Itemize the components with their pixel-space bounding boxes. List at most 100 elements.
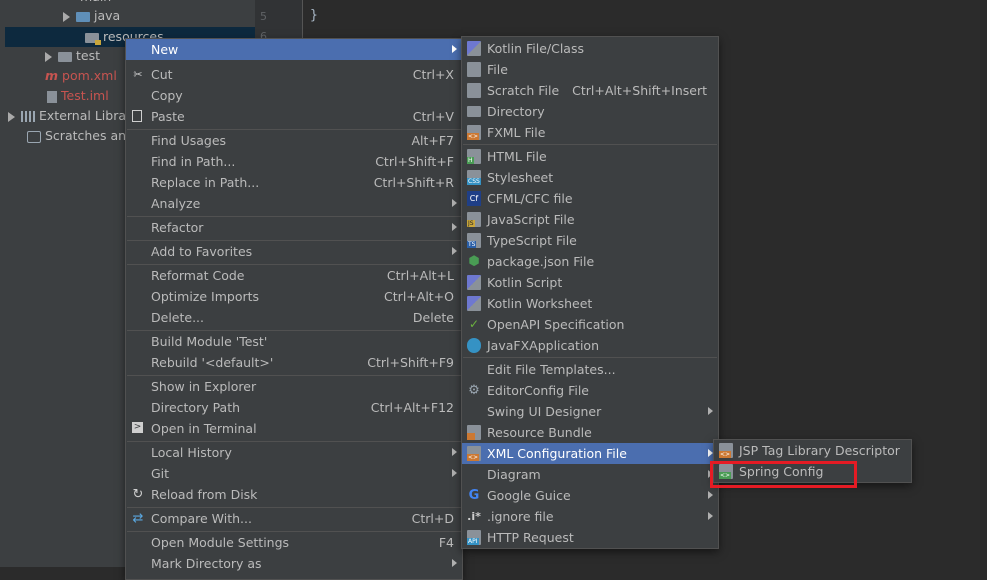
new-item-package-json[interactable]: ⬢ package.json File (462, 251, 718, 272)
new-item-kotlin-worksheet[interactable]: Kotlin Worksheet (462, 293, 718, 314)
menu-item-open-module-settings[interactable]: Open Module Settings F4 (126, 532, 462, 553)
icon-badge: TS (467, 241, 477, 248)
new-item-google-guice[interactable]: G Google Guice (462, 485, 718, 506)
menu-item-add-to-favorites[interactable]: Add to Favorites (126, 241, 462, 262)
xml-item-jsp-tag-library[interactable]: <> JSP Tag Library Descriptor (714, 440, 911, 461)
menu-item-label: Mark Directory as (151, 556, 262, 571)
scissors-icon: ✂ (133, 68, 143, 81)
new-item-cfml-file[interactable]: Cf CFML/CFC file (462, 188, 718, 209)
tree-item-test[interactable]: test (45, 46, 100, 66)
new-item-fxml-file[interactable]: <> FXML File (462, 122, 718, 143)
menu-item-reformat-code[interactable]: Reformat Code Ctrl+Alt+L (126, 265, 462, 286)
shortcut-label: Ctrl+X (412, 67, 454, 82)
tree-item-java[interactable]: java (63, 6, 120, 26)
new-item-http-request[interactable]: API HTTP Request (462, 527, 718, 548)
openapi-icon: ✓ (468, 317, 480, 331)
new-item-kotlin-script[interactable]: Kotlin Script (462, 272, 718, 293)
new-item-ignore-file[interactable]: .i* .ignore file (462, 506, 718, 527)
menu-item-refactor[interactable]: Refactor (126, 217, 462, 238)
menu-item-label: HTML File (487, 149, 547, 164)
menu-item-rebuild[interactable]: Rebuild '<default>' Ctrl+Shift+F9 (126, 352, 462, 373)
menu-item-find-usages[interactable]: Find Usages Alt+F7 (126, 130, 462, 151)
menu-item-label: JSP Tag Library Descriptor (739, 443, 900, 458)
annotation-highlight-box (710, 461, 857, 488)
tree-item-iml[interactable]: Test.iml (47, 86, 109, 106)
html-file-icon: H (467, 149, 481, 164)
menu-item-local-history[interactable]: Local History (126, 442, 462, 463)
menu-item-label: FXML File (487, 125, 546, 140)
new-item-editorconfig[interactable]: ⚙ EditorConfig File (462, 380, 718, 401)
menu-item-open-in-terminal[interactable]: > Open in Terminal (126, 418, 462, 439)
menu-item-git[interactable]: Git (126, 463, 462, 484)
folder-icon (58, 51, 72, 62)
new-item-swing-ui-designer[interactable]: Swing UI Designer (462, 401, 718, 422)
menu-item-label: OpenAPI Specification (487, 317, 625, 332)
menu-item-label: Scratch File (487, 83, 560, 98)
new-item-html-file[interactable]: H HTML File (462, 146, 718, 167)
menu-item-optimize-imports[interactable]: Optimize Imports Ctrl+Alt+O (126, 286, 462, 307)
new-item-kotlin-file[interactable]: Kotlin File/Class (462, 38, 718, 59)
xml-file-icon: <> (467, 446, 481, 461)
menu-item-label: Open in Terminal (151, 421, 257, 436)
menu-item-reload-from-disk[interactable]: ↻ Reload from Disk (126, 484, 462, 505)
menu-item-new[interactable]: New (126, 39, 462, 60)
new-item-diagram[interactable]: Diagram (462, 464, 718, 485)
tree-item-scratches[interactable]: Scratches and (27, 126, 134, 146)
tree-item-label: Scratches and (45, 128, 134, 143)
menu-item-label: EditorConfig File (487, 383, 589, 398)
new-item-stylesheet[interactable]: CSS Stylesheet (462, 167, 718, 188)
icon-badge: <> (467, 454, 480, 461)
expand-arrow-icon[interactable] (45, 51, 52, 62)
menu-item-build-module[interactable]: Build Module 'Test' (126, 331, 462, 352)
menu-item-copy[interactable]: Copy (126, 85, 462, 106)
menu-item-paste[interactable]: Paste Ctrl+V (126, 106, 462, 127)
menu-item-label: Optimize Imports (151, 289, 260, 304)
shortcut-label: Ctrl+Alt+O (384, 289, 454, 304)
shortcut-label: Ctrl+Shift+R (373, 175, 454, 190)
tree-item-label: test (76, 48, 101, 63)
new-item-file[interactable]: File (462, 59, 718, 80)
new-item-directory[interactable]: Directory (462, 101, 718, 122)
menu-item-label: Resource Bundle (487, 425, 592, 440)
css-file-icon: CSS (467, 170, 481, 185)
new-item-scratch-file[interactable]: Scratch File Ctrl+Alt+Shift+Insert (462, 80, 718, 101)
shortcut-label: Alt+F7 (411, 133, 454, 148)
new-item-xml-configuration-file[interactable]: <> XML Configuration File (462, 443, 718, 464)
new-item-javafx-application[interactable]: JavaFXApplication (462, 335, 718, 356)
menu-item-compare-with[interactable]: ⇄ Compare With... Ctrl+D (126, 508, 462, 529)
jsp-tag-file-icon: <> (719, 443, 733, 458)
menu-item-label: Build Module 'Test' (151, 334, 268, 349)
expand-arrow-icon[interactable] (8, 111, 15, 122)
submenu-arrow-icon (452, 199, 457, 207)
new-item-resource-bundle[interactable]: Resource Bundle (462, 422, 718, 443)
menu-item-delete[interactable]: Delete... Delete (126, 307, 462, 328)
icon-badge: H (467, 157, 474, 164)
shortcut-label: Ctrl+Alt+L (386, 268, 454, 283)
menu-separator (463, 357, 717, 358)
menu-item-analyze[interactable]: Analyze (126, 193, 462, 214)
expand-arrow-icon[interactable] (63, 11, 70, 22)
menu-item-show-in-explorer[interactable]: Show in Explorer (126, 376, 462, 397)
menu-item-mark-directory-as[interactable]: Mark Directory as (126, 553, 462, 574)
tree-item-pom[interactable]: m pom.xml (45, 66, 117, 86)
new-item-javascript-file[interactable]: JS JavaScript File (462, 209, 718, 230)
menu-item-directory-path[interactable]: Directory Path Ctrl+Alt+F12 (126, 397, 462, 418)
shortcut-label: Ctrl+Alt+F12 (370, 400, 454, 415)
submenu-arrow-icon (452, 223, 457, 231)
menu-item-label: TypeScript File (487, 233, 577, 248)
icon-badge: CSS (467, 178, 481, 185)
shortcut-label: Ctrl+Shift+F (375, 154, 454, 169)
menu-item-cut[interactable]: ✂ Cut Ctrl+X (126, 64, 462, 85)
scratch-file-icon (467, 83, 481, 98)
menu-item-find-in-path[interactable]: Find in Path... Ctrl+Shift+F (126, 151, 462, 172)
resources-folder-icon (85, 32, 101, 45)
menu-item-label: Add to Favorites (151, 244, 253, 259)
menu-item-label: Kotlin Script (487, 275, 563, 290)
new-item-edit-file-templates[interactable]: Edit File Templates... (462, 359, 718, 380)
source-folder-icon (76, 11, 90, 22)
new-item-typescript-file[interactable]: TS TypeScript File (462, 230, 718, 251)
menu-item-replace-in-path[interactable]: Replace in Path... Ctrl+Shift+R (126, 172, 462, 193)
menu-item-label: XML Configuration File (487, 446, 627, 461)
tree-item-external-libraries[interactable]: External Libra (8, 106, 126, 126)
new-item-openapi[interactable]: ✓ OpenAPI Specification (462, 314, 718, 335)
